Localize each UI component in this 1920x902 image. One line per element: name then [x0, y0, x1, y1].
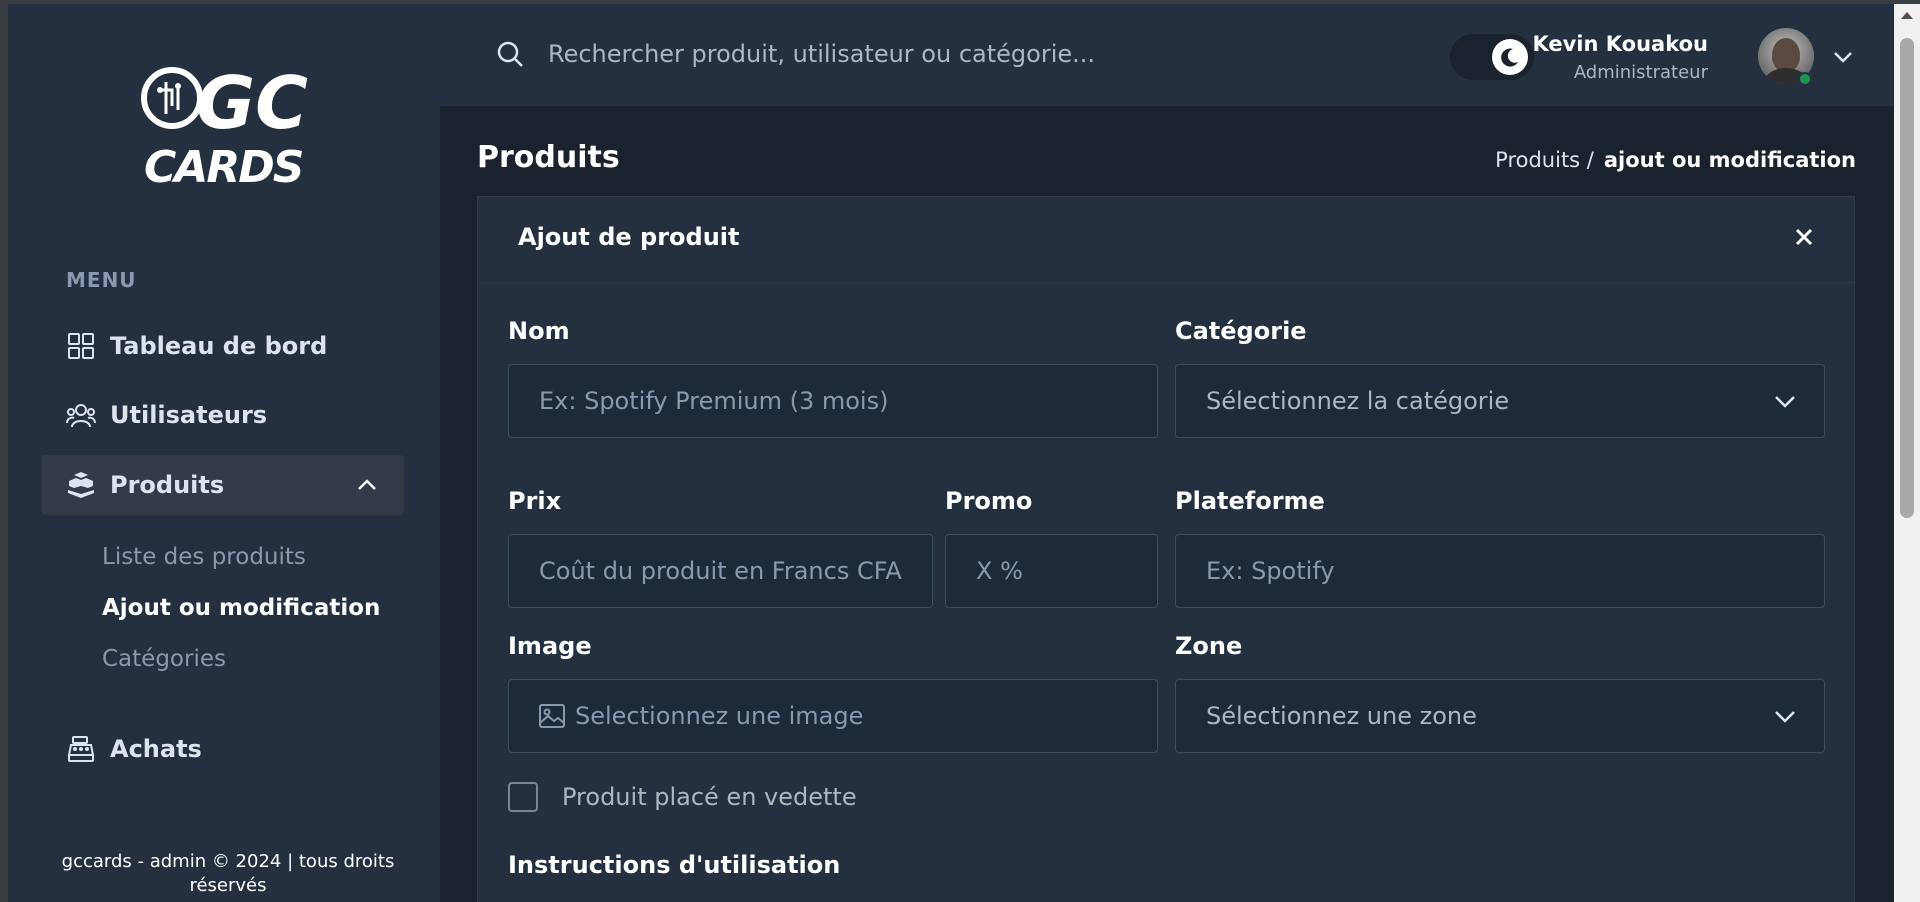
toggle-knob: [1492, 39, 1528, 75]
sidebar-subitem-product-list[interactable]: Liste des produits: [102, 544, 306, 570]
platform-label: Plateforme: [1175, 487, 1325, 515]
user-name[interactable]: Kevin Kouakou: [1532, 32, 1708, 56]
search-icon[interactable]: [496, 40, 524, 68]
page-scrollbar[interactable]: [1894, 4, 1920, 902]
svg-text:CARDS: CARDS: [144, 142, 303, 190]
sidebar-item-label: Tableau de bord: [110, 332, 328, 360]
name-field[interactable]: [508, 364, 1158, 438]
sidebar-item-dashboard[interactable]: Tableau de bord: [42, 316, 404, 376]
top-header: Kevin Kouakou Administrateur: [440, 4, 1894, 106]
category-select[interactable]: Sélectionnez la catégorie: [1175, 364, 1825, 438]
sidebar-item-purchases[interactable]: Achats: [42, 719, 404, 779]
name-label: Nom: [508, 317, 570, 345]
search-input[interactable]: [548, 34, 1188, 74]
dark-mode-toggle[interactable]: [1450, 34, 1534, 80]
breadcrumb: Produits / ajout ou modification: [1495, 148, 1856, 172]
grid-icon: [66, 331, 96, 361]
users-icon: [66, 400, 96, 430]
online-status-dot: [1798, 72, 1812, 86]
scrollbar-thumb[interactable]: [1900, 38, 1914, 518]
moon-icon: [1501, 48, 1518, 67]
breadcrumb-link-products[interactable]: Produits /: [1495, 148, 1594, 172]
avatar-face: [1772, 38, 1800, 72]
boxes-icon: [66, 470, 96, 500]
scroll-up-arrow[interactable]: [1901, 12, 1913, 19]
sidebar-subitem-add-edit[interactable]: Ajout ou modification: [102, 595, 380, 621]
menu-heading: MENU: [66, 268, 137, 292]
chevron-down-icon: [1775, 396, 1795, 408]
chevron-up-icon[interactable]: [356, 474, 378, 496]
chevron-down-icon[interactable]: [1832, 46, 1854, 68]
sidebar-item-users[interactable]: Utilisateurs: [42, 385, 404, 445]
image-placeholder: Selectionnez une image: [575, 702, 864, 730]
instructions-label: Instructions d'utilisation: [508, 851, 841, 879]
category-label: Catégorie: [1175, 317, 1307, 345]
zone-select[interactable]: Sélectionnez une zone: [1175, 679, 1825, 753]
platform-field[interactable]: [1175, 534, 1825, 608]
window-frame-left: [0, 0, 8, 902]
price-field[interactable]: [508, 534, 933, 608]
promo-label: Promo: [945, 487, 1033, 515]
category-select-value: Sélectionnez la catégorie: [1206, 387, 1510, 415]
sidebar-subitem-categories[interactable]: Catégories: [102, 646, 226, 672]
featured-label[interactable]: Produit placé en vedette: [562, 783, 857, 811]
gc-cards-logo[interactable]: GC CARDS: [138, 60, 318, 190]
zone-select-value: Sélectionnez une zone: [1206, 702, 1477, 730]
breadcrumb-current: ajout ou modification: [1603, 148, 1856, 172]
image-icon: [539, 704, 565, 728]
zone-label: Zone: [1175, 632, 1243, 660]
sidebar-item-label: Utilisateurs: [110, 401, 268, 429]
sidebar-item-products[interactable]: Produits: [42, 455, 404, 515]
featured-checkbox[interactable]: [508, 782, 538, 812]
sidebar-item-label: Achats: [110, 735, 202, 763]
close-icon[interactable]: [1794, 227, 1814, 247]
svg-text:GC: GC: [196, 61, 308, 145]
form-title: Ajout de produit: [518, 223, 740, 251]
chevron-down-icon: [1775, 711, 1795, 723]
sidebar-item-label: Produits: [110, 471, 225, 499]
card-header: Ajout de produit: [478, 197, 1854, 283]
user-role: Administrateur: [1573, 62, 1708, 83]
image-file-picker[interactable]: Selectionnez une image: [508, 679, 1158, 753]
page-title: Produits: [477, 140, 620, 175]
image-label: Image: [508, 632, 592, 660]
footer-copyright: gccards - admin © 2024 | tous droits rés…: [61, 851, 395, 896]
sidebar: GC CARDS MENU Tableau de bord Utilisateu…: [8, 4, 440, 902]
price-label: Prix: [508, 487, 562, 515]
cash-register-icon: [66, 734, 96, 764]
product-form-card: Ajout de produit Nom Catégorie Sélection…: [477, 196, 1855, 902]
promo-field[interactable]: [945, 534, 1158, 608]
